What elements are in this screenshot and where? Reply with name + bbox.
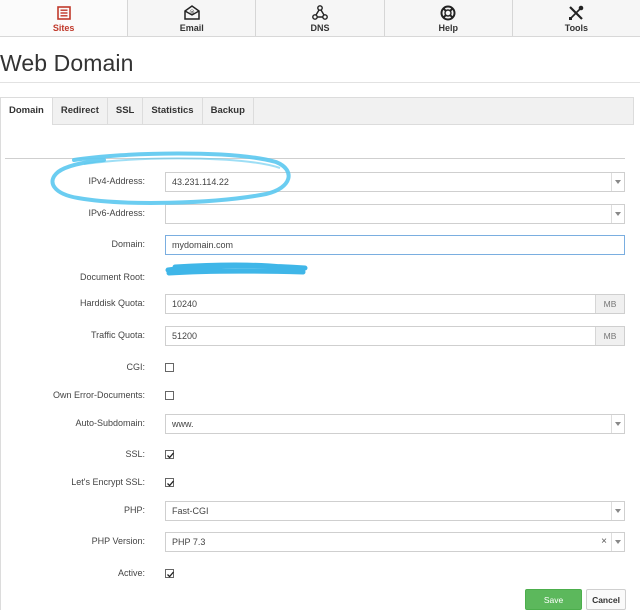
row-active: Active: (0, 564, 640, 584)
autosub-value: www. (172, 419, 194, 429)
phpver-select[interactable]: PHP 7.3 × (165, 532, 625, 552)
row-hdd: Harddisk Quota: 10240 MB (0, 294, 640, 314)
tab-ssl[interactable]: SSL (108, 98, 144, 124)
chevron-down-icon (611, 415, 624, 433)
nav-help[interactable]: Help (385, 0, 513, 36)
nav-sites-label: Sites (52, 22, 75, 33)
top-nav: Sites @ Email DNS Help Tools (0, 0, 640, 37)
row-errdocs: Own Error-Documents: (0, 386, 640, 406)
traffic-value: 51200 (172, 331, 198, 341)
autosub-select[interactable]: www. (165, 414, 625, 434)
row-cgi: CGI: (0, 358, 640, 378)
nav-sites[interactable]: Sites (0, 0, 129, 36)
ssl-checkbox[interactable] (165, 450, 174, 459)
traffic-unit: MB (595, 327, 624, 345)
svg-text:@: @ (189, 10, 194, 16)
hdd-label: Harddisk Quota: (79, 298, 145, 308)
row-docroot: Document Root: (0, 268, 640, 288)
row-php: PHP: Fast-CGI (0, 501, 640, 521)
chevron-down-icon (611, 502, 624, 520)
dns-icon (312, 5, 328, 21)
row-traffic: Traffic Quota: 51200 MB (0, 326, 640, 346)
active-label: Active: (117, 568, 145, 578)
chevron-down-icon (611, 173, 624, 191)
title-divider (0, 82, 640, 83)
tab-backup[interactable]: Backup (203, 98, 254, 124)
hdd-unit: MB (595, 295, 624, 313)
hdd-value: 10240 (172, 299, 198, 309)
active-checkbox[interactable] (165, 569, 174, 578)
chevron-down-icon (611, 533, 624, 551)
sites-icon (56, 5, 71, 21)
cancel-button[interactable]: Cancel (586, 589, 626, 610)
row-autosub: Auto-Subdomain: www. (0, 414, 640, 434)
domain-input[interactable]: mydomain.com (165, 235, 625, 255)
php-select[interactable]: Fast-CGI (165, 501, 625, 521)
docroot-redaction-scribble (165, 262, 308, 276)
cgi-label: CGI: (126, 362, 145, 372)
tab-domain[interactable]: Domain (1, 98, 53, 125)
ssl-label: SSL: (125, 449, 145, 459)
errdocs-checkbox[interactable] (165, 391, 174, 400)
page-title: Web Domain (0, 50, 134, 76)
nav-help-label: Help (438, 22, 458, 33)
docroot-label: Document Root: (79, 272, 145, 282)
tab-bar: Domain Redirect SSL Statistics Backup (0, 97, 634, 125)
row-phpver: PHP Version: PHP 7.3 × (0, 532, 640, 552)
check-icon (167, 452, 174, 459)
traffic-label: Traffic Quota: (90, 330, 145, 340)
ipv4-highlight-scribble (50, 151, 291, 205)
chevron-down-icon (611, 205, 624, 223)
php-label: PHP: (123, 505, 145, 515)
hdd-input[interactable]: 10240 MB (165, 294, 625, 314)
nav-tools-label: Tools (564, 22, 589, 33)
phpver-label: PHP Version: (91, 536, 145, 546)
row-ssl: SSL: (0, 445, 640, 465)
le-checkbox[interactable] (165, 478, 174, 487)
help-icon (440, 5, 456, 21)
tools-icon (568, 5, 584, 21)
email-icon: @ (184, 5, 200, 21)
nav-email[interactable]: @ Email (128, 0, 257, 36)
traffic-input[interactable]: 51200 MB (165, 326, 625, 346)
ipv6-label: IPv6-Address: (88, 208, 145, 218)
domain-value: mydomain.com (172, 240, 234, 250)
errdocs-label: Own Error-Documents: (52, 390, 145, 400)
clear-icon[interactable]: × (601, 533, 607, 551)
domain-label: Domain: (111, 239, 145, 249)
autosub-label: Auto-Subdomain: (75, 418, 145, 428)
nav-dns[interactable]: DNS (256, 0, 385, 36)
php-value: Fast-CGI (172, 506, 209, 516)
phpver-value: PHP 7.3 (172, 537, 206, 547)
nav-tools[interactable]: Tools (513, 0, 640, 36)
check-icon (167, 480, 174, 487)
row-domain: Domain: mydomain.com (0, 235, 640, 255)
tab-statistics[interactable]: Statistics (143, 98, 203, 124)
save-button[interactable]: Save (525, 589, 582, 610)
row-letsencrypt: Let's Encrypt SSL: (0, 473, 640, 493)
le-label: Let's Encrypt SSL: (71, 477, 145, 487)
check-icon (167, 571, 174, 578)
cgi-checkbox[interactable] (165, 363, 174, 372)
nav-dns-label: DNS (310, 22, 330, 33)
nav-email-label: Email (179, 22, 204, 33)
tab-redirect[interactable]: Redirect (53, 98, 108, 124)
